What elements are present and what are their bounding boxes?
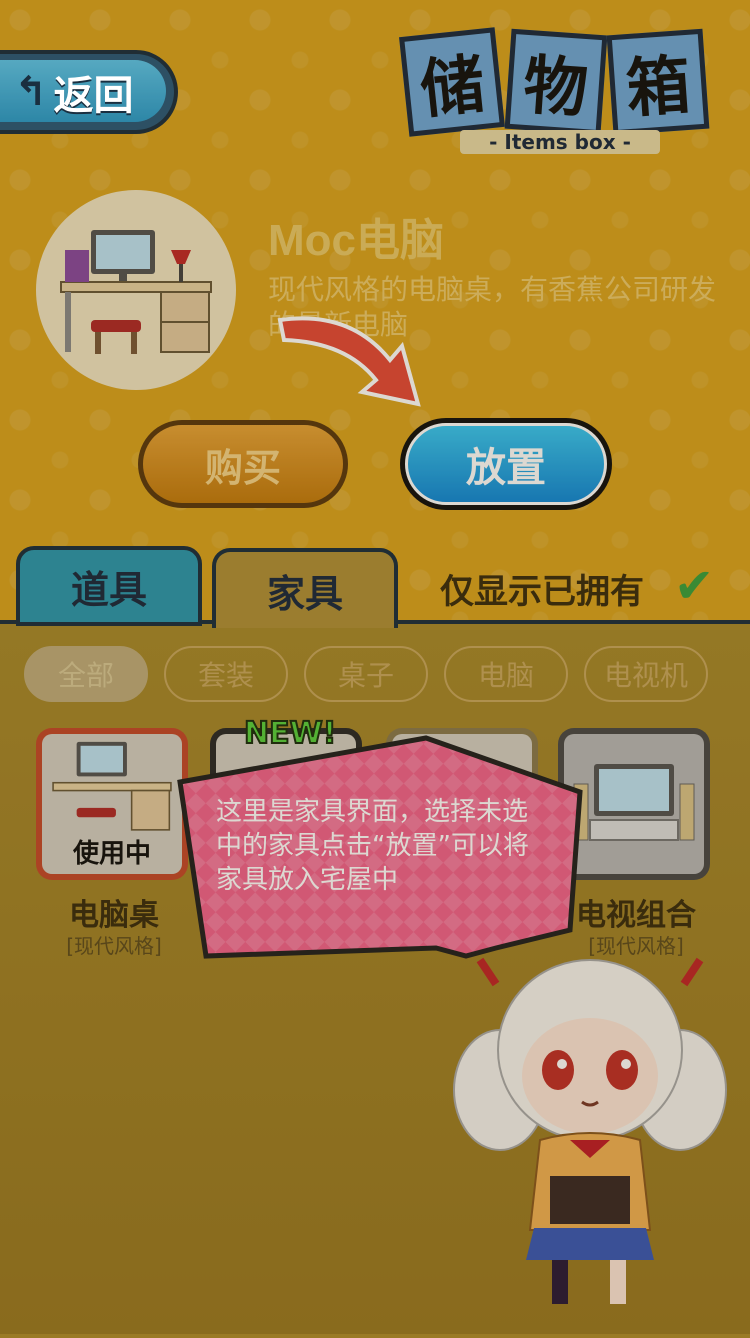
filter-computer[interactable]: 电脑 (444, 646, 568, 702)
place-button-label: 放置 (405, 423, 607, 505)
place-button[interactable]: 放置 (400, 418, 612, 510)
back-button-label: 返回 (53, 72, 134, 119)
selected-item-image (36, 190, 236, 390)
tutorial-arrow-icon (277, 316, 421, 407)
title-char-1: 储 (399, 27, 505, 137)
title-char-2: 物 (504, 28, 608, 136)
guide-character-icon (453, 957, 727, 1304)
computer-desk-icon (52, 741, 172, 831)
tab-items[interactable]: 道具 (16, 546, 202, 626)
tutorial-text: 这里是家具界面，选择未选中的家具点击“放置”可以将家具放入宅屋中 (216, 797, 529, 895)
owned-only-label[interactable]: 仅显示已拥有 (440, 564, 644, 613)
title-logo: 储 物 箱 - Items box - (399, 22, 720, 162)
back-arrow-icon: ↰ (14, 69, 48, 115)
computer-desk-icon (60, 230, 212, 354)
back-button[interactable]: ↰ 返回 (0, 50, 178, 134)
furniture-card-desk[interactable]: 使用中 (36, 728, 188, 880)
filter-all[interactable]: 全部 (24, 646, 148, 702)
title-char-3: 箱 (606, 28, 710, 136)
buy-button[interactable]: 购买 (138, 420, 348, 508)
filter-set[interactable]: 套装 (164, 646, 288, 702)
filter-desk[interactable]: 桌子 (304, 646, 428, 702)
title-subtitle: - Items box - (460, 130, 660, 154)
buy-button-label: 购买 (143, 425, 343, 503)
tab-furniture[interactable]: 家具 (212, 548, 398, 628)
in-use-label: 使用中 (72, 839, 151, 869)
filter-tv[interactable]: 电视机 (584, 646, 708, 702)
checkmark-icon[interactable]: ✔ (674, 558, 714, 614)
item-name: Moc电脑 (268, 216, 444, 265)
